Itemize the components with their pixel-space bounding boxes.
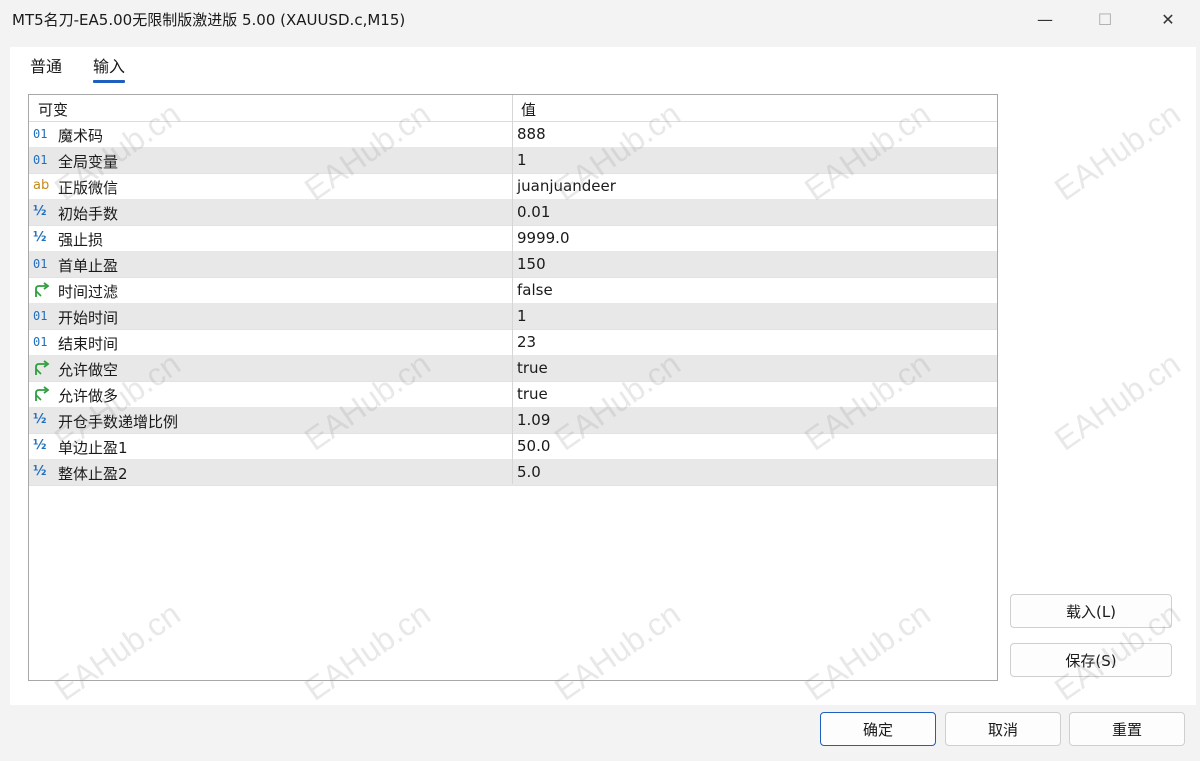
table-row[interactable]: 时间过滤 false <box>29 277 997 304</box>
bool-type-icon <box>33 386 51 402</box>
minimize-icon: — <box>1037 9 1053 29</box>
row-variable-name: 强止损 <box>58 231 104 249</box>
row-value[interactable]: 150 <box>517 255 546 273</box>
table-row[interactable]: 01 首单止盈 150 <box>29 251 997 278</box>
cancel-button[interactable]: 取消 <box>945 712 1061 746</box>
row-variable-name: 开仓手数递增比例 <box>58 413 179 431</box>
close-button[interactable]: ✕ <box>1145 0 1191 38</box>
title-bar: MT5名刀-EA5.00无限制版激进版 5.00 (XAUUSD.c,M15) … <box>0 0 1200 38</box>
bool-type-icon <box>33 282 51 298</box>
row-value[interactable]: juanjuandeer <box>517 177 616 195</box>
row-value[interactable]: 888 <box>517 125 546 143</box>
row-value[interactable]: 23 <box>517 333 536 351</box>
window-title: MT5名刀-EA5.00无限制版激进版 5.00 (XAUUSD.c,M15) <box>12 11 406 29</box>
row-variable-name: 允许做多 <box>58 387 119 405</box>
maximize-icon: ☐ <box>1097 9 1113 29</box>
tab-general[interactable]: 普通 <box>30 53 62 77</box>
row-variable-name: 单边止盈1 <box>58 439 128 457</box>
column-header-variable[interactable]: 可变 <box>38 99 68 120</box>
maximize-button[interactable]: ☐ <box>1082 0 1128 38</box>
table-row[interactable]: 允许做空 true <box>29 355 997 382</box>
row-variable-name: 开始时间 <box>58 309 119 327</box>
table-row[interactable]: 01 全局变量 1 <box>29 147 997 174</box>
dialog-content: 普通 输入 可变 值 01 魔术码 888 01 全局变量 1 ab 正版微信 juanjuan… <box>10 47 1196 705</box>
table-row[interactable]: ½ 开仓手数递增比例 1.09 <box>29 407 997 434</box>
table-row[interactable]: 01 魔术码 888 <box>29 121 997 148</box>
row-variable-name: 时间过滤 <box>58 283 119 301</box>
table-header: 可变 值 <box>29 95 997 122</box>
row-variable-name: 结束时间 <box>58 335 119 353</box>
table-row[interactable]: ab 正版微信 juanjuandeer <box>29 173 997 200</box>
int-type-icon: 01 <box>33 127 48 141</box>
row-value[interactable]: 50.0 <box>517 437 550 455</box>
double-type-icon: ½ <box>33 412 47 427</box>
save-button[interactable]: 保存(S) <box>1010 643 1172 677</box>
row-value[interactable]: 1 <box>517 151 527 169</box>
table-row[interactable]: 01 结束时间 23 <box>29 329 997 356</box>
double-type-icon: ½ <box>33 464 47 479</box>
inputs-table: 可变 值 01 魔术码 888 01 全局变量 1 ab 正版微信 juanjuandeer ½ 初… <box>28 94 998 681</box>
reset-button[interactable]: 重置 <box>1069 712 1185 746</box>
string-type-icon: ab <box>33 178 50 193</box>
column-header-value[interactable]: 值 <box>521 99 536 120</box>
row-value[interactable]: 1.09 <box>517 411 550 429</box>
table-row[interactable]: 允许做多 true <box>29 381 997 408</box>
int-type-icon: 01 <box>33 309 48 323</box>
double-type-icon: ½ <box>33 204 47 219</box>
row-variable-name: 整体止盈2 <box>58 465 128 483</box>
row-variable-name: 初始手数 <box>58 205 119 223</box>
table-row[interactable]: 01 开始时间 1 <box>29 303 997 330</box>
row-value[interactable]: 0.01 <box>517 203 550 221</box>
ok-button[interactable]: 确定 <box>820 712 936 746</box>
table-row[interactable]: ½ 单边止盈1 50.0 <box>29 433 997 460</box>
row-variable-name: 允许做空 <box>58 361 119 379</box>
row-variable-name: 全局变量 <box>58 153 119 171</box>
row-value[interactable]: 5.0 <box>517 463 541 481</box>
row-variable-name: 正版微信 <box>58 179 119 197</box>
row-variable-name: 首单止盈 <box>58 257 119 275</box>
table-row[interactable]: ½ 整体止盈2 5.0 <box>29 459 997 486</box>
row-value[interactable]: 9999.0 <box>517 229 570 247</box>
int-type-icon: 01 <box>33 257 48 271</box>
minimize-button[interactable]: — <box>1022 0 1068 38</box>
table-row[interactable]: ½ 初始手数 0.01 <box>29 199 997 226</box>
row-value[interactable]: 1 <box>517 307 527 325</box>
tab-inputs[interactable]: 输入 <box>93 53 126 83</box>
int-type-icon: 01 <box>33 335 48 349</box>
double-type-icon: ½ <box>33 438 47 453</box>
double-type-icon: ½ <box>33 230 47 245</box>
row-value[interactable]: true <box>517 385 548 403</box>
int-type-icon: 01 <box>33 153 48 167</box>
table-row[interactable]: ½ 强止损 9999.0 <box>29 225 997 252</box>
bool-type-icon <box>33 360 51 376</box>
close-icon: ✕ <box>1161 9 1175 29</box>
load-button[interactable]: 载入(L) <box>1010 594 1172 628</box>
row-variable-name: 魔术码 <box>58 127 104 145</box>
row-value[interactable]: true <box>517 359 548 377</box>
column-divider[interactable] <box>512 95 513 484</box>
row-value[interactable]: false <box>517 281 553 299</box>
